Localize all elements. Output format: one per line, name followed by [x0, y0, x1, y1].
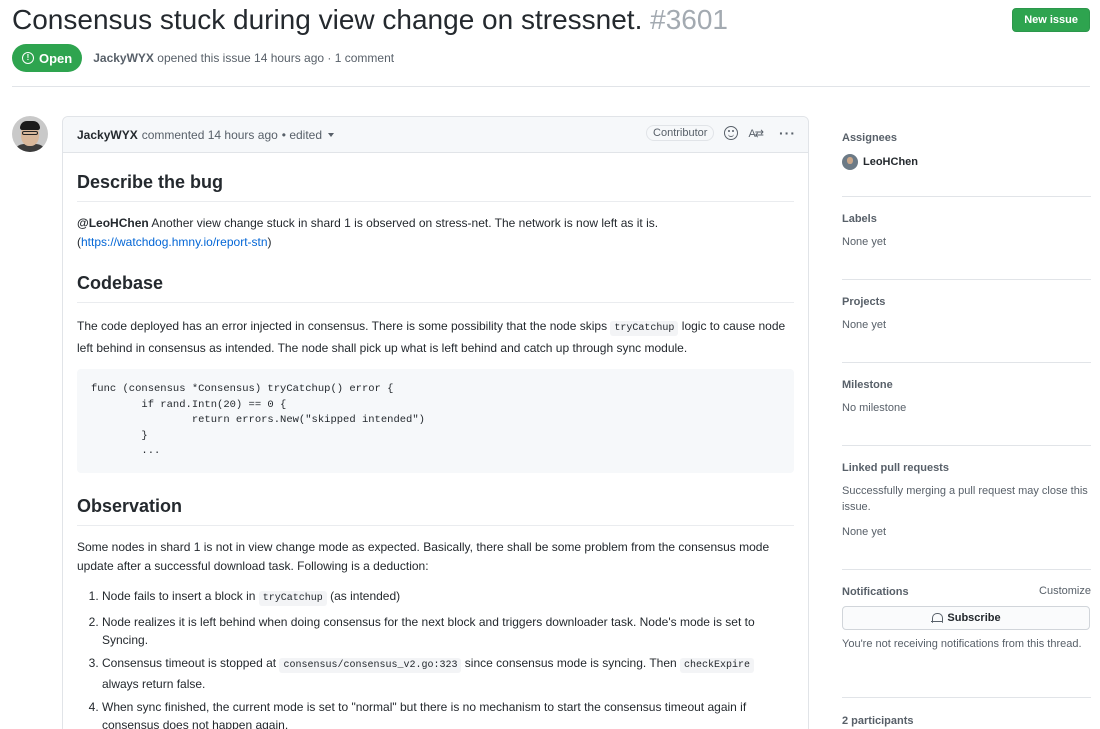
comment-body: Describe the bug @LeoHChen Another view … — [63, 163, 808, 729]
projects-value: None yet — [842, 319, 887, 331]
code-block: func (consensus *Consensus) tryCatchup()… — [77, 369, 794, 473]
header-divider — [12, 86, 1090, 87]
smiley-icon[interactable] — [724, 126, 739, 140]
milestone-heading[interactable]: Milestone — [842, 378, 1091, 392]
comment-timestamp[interactable]: commented 14 hours ago — [142, 128, 278, 142]
participants-heading: 2 participants — [842, 715, 914, 727]
status-badge: ! Open — [12, 44, 83, 72]
projects-heading[interactable]: Projects — [842, 295, 1091, 309]
role-badge: Contributor — [646, 125, 715, 141]
sidebar-notifications: Notifications Customize Subscribe You're… — [842, 585, 1091, 698]
edited-dropdown[interactable]: • edited — [281, 127, 335, 142]
codebase-text-1: The code deployed has an error injected … — [77, 319, 611, 333]
assignees-heading[interactable]: Assignees — [842, 131, 1091, 145]
assignee-avatar — [842, 154, 858, 170]
paragraph-codebase: The code deployed has an error injected … — [77, 317, 794, 357]
list-text: Consensus timeout is stopped at — [102, 655, 280, 670]
issue-number: #3601 — [650, 4, 728, 35]
sidebar: Assignees LeoHChen Labels None yet Proje… — [842, 120, 1091, 729]
customize-link[interactable]: Customize — [1039, 585, 1091, 597]
issue-author-link[interactable]: JackyWYX — [93, 51, 154, 65]
assignee-item[interactable]: LeoHChen — [842, 154, 1091, 170]
issue-title: Consensus stuck during view change on st… — [12, 2, 1090, 38]
list-text: (as intended) — [326, 589, 401, 603]
paragraph-bug: @LeoHChen Another view change stuck in s… — [77, 214, 794, 251]
translate-icon[interactable]: A⇄ — [748, 127, 764, 140]
issue-opened-text: opened this issue 14 hours ago · 1 comme… — [157, 51, 395, 65]
sidebar-labels: Labels None yet — [842, 212, 1091, 280]
labels-heading[interactable]: Labels — [842, 212, 1091, 226]
chevron-down-icon — [328, 133, 335, 138]
sidebar-milestone: Milestone No milestone — [842, 378, 1091, 446]
heading-codebase: Codebase — [77, 264, 794, 303]
issue-title-text: Consensus stuck during view change on st… — [12, 4, 643, 35]
list-text: Node fails to insert a block in — [102, 589, 259, 603]
mention-link[interactable]: @LeoHChen — [77, 216, 149, 230]
list-item: Node realizes it is left behind when doi… — [102, 613, 794, 650]
heading-describe-bug: Describe the bug — [77, 163, 794, 202]
heading-observation: Observation — [77, 487, 794, 526]
comment-header: JackyWYX commented 14 hours ago • edited… — [63, 117, 808, 153]
linked-prs-value: None yet — [842, 526, 887, 538]
bug-text: Another view change stuck in shard 1 is … — [148, 216, 659, 230]
avatar[interactable] — [12, 116, 48, 152]
status-badge-label: Open — [39, 50, 73, 66]
inline-code: tryCatchup — [610, 321, 679, 336]
deduction-list: Node fails to insert a block in tryCatch… — [77, 587, 794, 729]
notifications-description: You're not receiving notifications from … — [842, 638, 1082, 650]
paren-close: ) — [267, 234, 272, 249]
new-issue-button[interactable]: New issue — [1012, 8, 1090, 32]
sidebar-linked-prs: Linked pull requests Successfully mergin… — [842, 461, 1091, 570]
issue-opened-icon: ! — [22, 52, 34, 64]
list-text: always return false. — [102, 677, 206, 691]
inline-code: consensus/consensus_v2.go:323 — [279, 657, 462, 673]
sidebar-assignees: Assignees LeoHChen — [842, 131, 1091, 197]
sidebar-participants: 2 participants — [842, 714, 1091, 729]
assignee-name: LeoHChen — [863, 156, 918, 168]
inline-code: tryCatchup — [258, 591, 327, 606]
kebab-menu-icon[interactable]: ··· — [779, 125, 796, 141]
list-text: since consensus mode is syncing. Then — [461, 655, 681, 670]
list-item: Node fails to insert a block in tryCatch… — [102, 587, 794, 609]
comment-author-link[interactable]: JackyWYX — [77, 128, 138, 142]
list-item: Consensus timeout is stopped at consensu… — [102, 654, 794, 694]
report-link[interactable]: https://watchdog.hmny.io/report-stn — [81, 235, 268, 249]
issue-header: Consensus stuck during view change on st… — [12, 2, 1090, 38]
linked-prs-description: Successfully merging a pull request may … — [842, 485, 1088, 513]
list-item: When sync finished, the current mode is … — [102, 698, 794, 729]
linked-prs-heading[interactable]: Linked pull requests — [842, 461, 1091, 475]
sidebar-projects: Projects None yet — [842, 295, 1091, 363]
inline-code: checkExpire — [680, 657, 755, 673]
labels-value: None yet — [842, 236, 887, 248]
edited-label: • edited — [281, 127, 323, 142]
issue-meta-text: JackyWYX opened this issue 14 hours ago … — [93, 51, 394, 65]
paragraph-observation: Some nodes in shard 1 is not in view cha… — [77, 540, 770, 573]
milestone-value: No milestone — [842, 402, 907, 414]
issue-meta: ! Open JackyWYX opened this issue 14 hou… — [12, 44, 394, 72]
subscribe-button[interactable]: Subscribe — [842, 606, 1090, 630]
comment-container: JackyWYX commented 14 hours ago • edited… — [62, 116, 809, 729]
bell-icon — [931, 612, 944, 624]
subscribe-label: Subscribe — [947, 612, 1001, 624]
